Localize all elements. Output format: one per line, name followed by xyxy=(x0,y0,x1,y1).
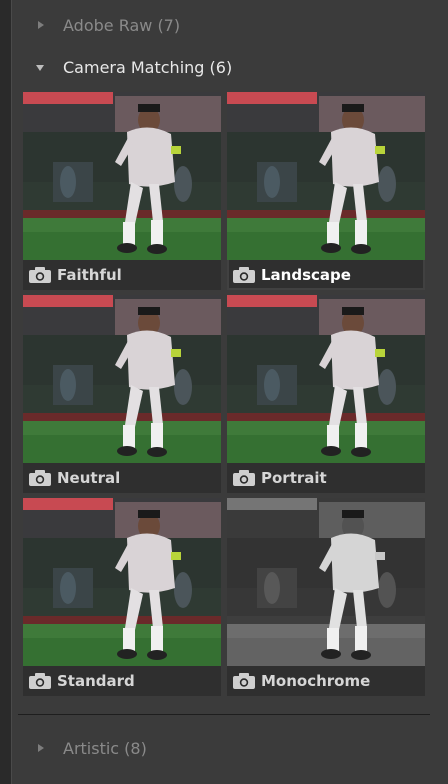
profile-caption: Neutral xyxy=(23,463,221,493)
camera-icon xyxy=(233,267,255,283)
profile-label: Monochrome xyxy=(261,672,371,690)
profile-caption: Landscape xyxy=(227,260,425,290)
group-camera-matching[interactable]: Camera Matching (6) xyxy=(36,53,232,81)
triangle-down-icon[interactable] xyxy=(36,62,46,72)
profile-thumbnail xyxy=(23,295,221,463)
profile-label: Portrait xyxy=(261,469,327,487)
profile-thumbnail xyxy=(227,92,425,260)
profile-thumbnail xyxy=(227,295,425,463)
panel-left-edge xyxy=(0,0,11,784)
profile-thumbnail xyxy=(23,498,221,666)
panel-left-border xyxy=(11,0,12,784)
profile-label: Neutral xyxy=(57,469,121,487)
camera-icon xyxy=(29,673,51,689)
camera-icon xyxy=(233,470,255,486)
profile-thumbnail xyxy=(227,498,425,666)
profile-caption: Monochrome xyxy=(227,666,425,696)
profile-tile-faithful[interactable]: Faithful xyxy=(23,92,221,290)
profile-tile-standard[interactable]: Standard xyxy=(23,498,221,696)
group-label-camera-matching: Camera Matching (6) xyxy=(63,57,233,77)
profile-thumbnail xyxy=(23,92,221,260)
profile-label: Standard xyxy=(57,672,135,690)
camera-icon xyxy=(29,470,51,486)
profile-tile-landscape[interactable]: Landscape xyxy=(227,92,425,290)
profile-tile-monochrome[interactable]: Monochrome xyxy=(227,498,425,696)
group-artistic[interactable]: Artistic (8) xyxy=(36,734,147,762)
profile-label: Landscape xyxy=(261,266,351,284)
group-adobe-raw[interactable]: Adobe Raw (7) xyxy=(36,11,180,39)
profile-caption: Faithful xyxy=(23,260,221,290)
camera-icon xyxy=(29,267,51,283)
camera-icon xyxy=(233,673,255,689)
triangle-right-icon[interactable] xyxy=(36,20,46,30)
group-label-adobe-raw: Adobe Raw (7) xyxy=(63,15,181,35)
triangle-right-icon[interactable] xyxy=(36,743,46,753)
profile-caption: Portrait xyxy=(227,463,425,493)
profile-caption: Standard xyxy=(23,666,221,696)
group-divider xyxy=(18,714,430,715)
profile-tile-portrait[interactable]: Portrait xyxy=(227,295,425,493)
group-label-artistic: Artistic (8) xyxy=(63,738,147,758)
profile-label: Faithful xyxy=(57,266,122,284)
profile-tile-neutral[interactable]: Neutral xyxy=(23,295,221,493)
